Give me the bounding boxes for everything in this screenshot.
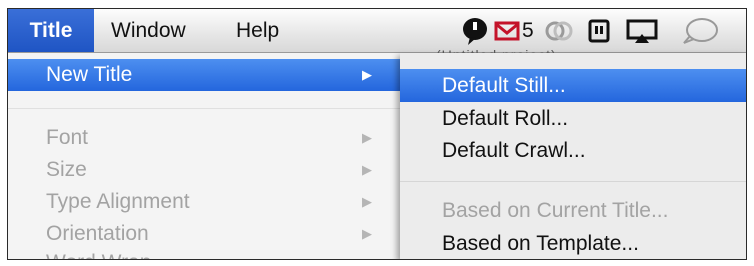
menu-item-font[interactable]: Font ▶	[8, 122, 400, 154]
submenu-item-label: Default Roll...	[442, 107, 569, 130]
power-plug-icon[interactable]	[587, 16, 611, 46]
submenu-arrow-icon: ▶	[362, 194, 372, 209]
submenu-arrow-icon: ▶	[362, 130, 372, 145]
submenu-item-label: Based on Template...	[442, 232, 639, 255]
menu-window[interactable]: Window	[111, 9, 186, 52]
submenu-arrow-icon: ▶	[362, 226, 372, 241]
menu-bar: Title Window Help 5	[8, 9, 746, 53]
submenu-item-based-on-template[interactable]: Based on Template...	[400, 227, 746, 259]
menu-separator	[8, 108, 400, 109]
menu-item-type-alignment[interactable]: Type Alignment ▶	[8, 186, 400, 218]
menu-item-new-title[interactable]: New Title ▶	[8, 59, 400, 91]
menu-help[interactable]: Help	[236, 9, 279, 52]
airplay-icon[interactable]	[626, 16, 658, 46]
chat-bubble-icon[interactable]	[461, 16, 489, 46]
menu-item-label: Type Alignment	[46, 190, 190, 213]
submenu-separator	[400, 181, 746, 182]
submenu-item-default-crawl[interactable]: Default Crawl...	[400, 134, 746, 167]
menu-item-label: Orientation	[46, 222, 149, 245]
screenshot-frame: Title Window Help 5 New Title ▶ Font ▶ S…	[7, 8, 747, 260]
menu-item-label: New Title	[46, 63, 133, 86]
submenu-item-default-roll[interactable]: Default Roll...	[400, 102, 746, 135]
menu-item-label: Font	[46, 126, 89, 149]
menu-item-size[interactable]: Size ▶	[8, 154, 400, 186]
submenu-item-default-still[interactable]: Default Still...	[400, 69, 746, 102]
menu-item-orientation[interactable]: Orientation ▶	[8, 218, 400, 250]
speech-bubble-icon[interactable]	[680, 16, 720, 46]
menu-item-label: Size	[46, 158, 87, 181]
submenu-arrow-icon: ▶	[362, 67, 372, 82]
mail-icon[interactable]	[494, 16, 520, 46]
sync-icon[interactable]	[544, 16, 574, 46]
menu-item-word-wrap[interactable]: Word Wrap	[8, 247, 400, 259]
submenu-item-based-on-current-title[interactable]: Based on Current Title...	[400, 194, 746, 227]
submenu-item-label: Default Still...	[442, 74, 566, 97]
submenu-arrow-icon: ▶	[362, 162, 372, 177]
new-title-submenu: Default Still... Default Roll... Default…	[400, 53, 746, 259]
title-menu-dropdown: New Title ▶ Font ▶ Size ▶ Type Alignment…	[8, 53, 400, 259]
menu-item-label: Word Wrap	[46, 247, 151, 259]
submenu-item-label: Default Crawl...	[442, 139, 586, 162]
menu-title[interactable]: Title	[8, 9, 94, 52]
submenu-item-label: Based on Current Title...	[442, 199, 669, 222]
